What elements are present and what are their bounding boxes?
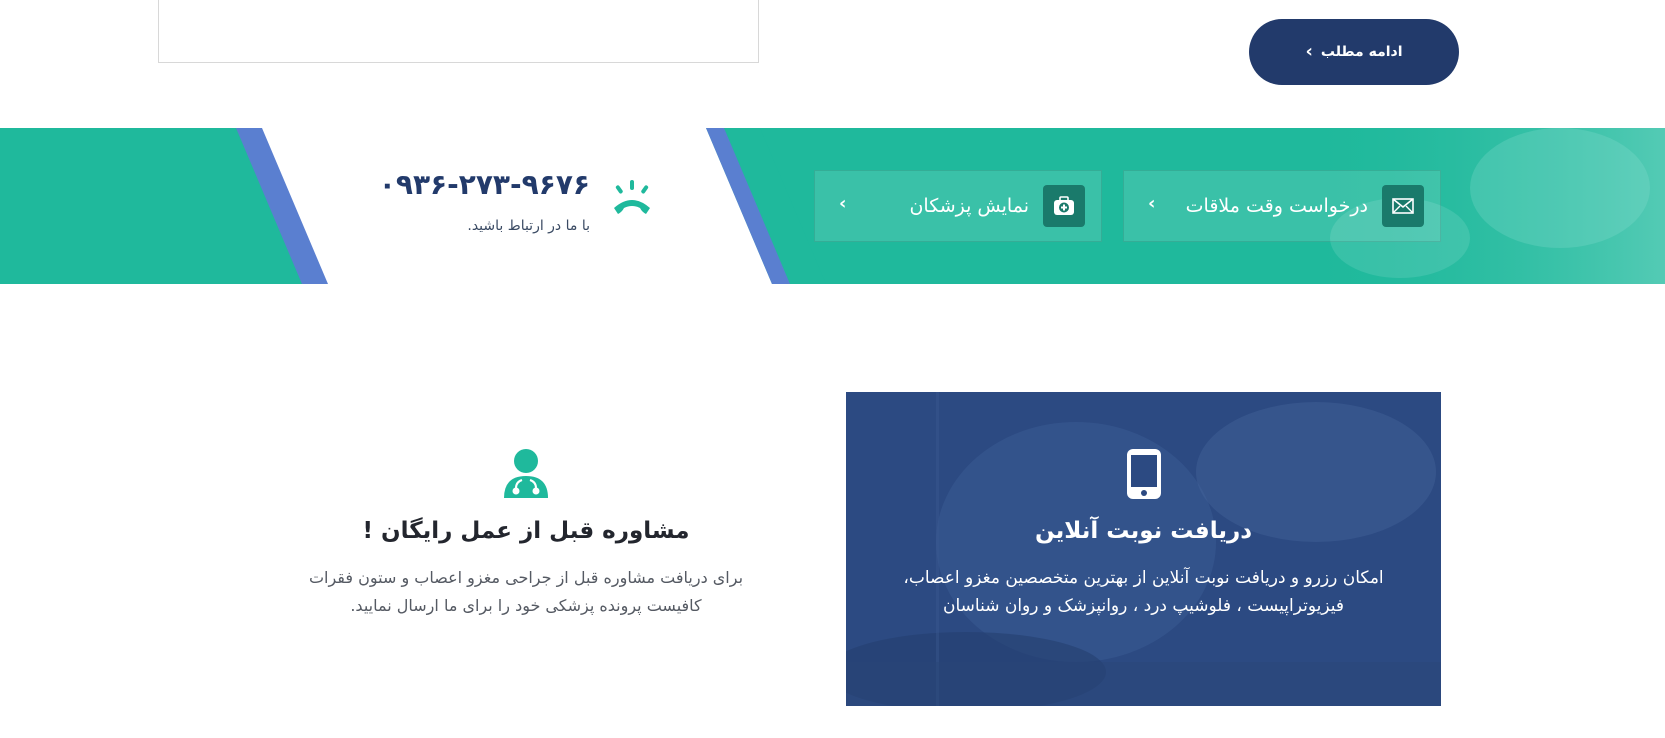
envelope-icon (1382, 185, 1424, 227)
contact-phone-number[interactable]: ۰۹۳۶-۲۷۳-۹۶۷۶ (379, 168, 590, 201)
contact-subtitle: با ما در ارتباط باشید. (467, 218, 590, 234)
free-consultation-card: مشاوره قبل از عمل رایگان ! برای دریافت م… (286, 392, 766, 706)
online-appointment-body: امکان رزرو و دریافت نوبت آنلاین از بهتری… (903, 568, 1384, 616)
online-appointment-title: دریافت نوبت آنلاین (1034, 518, 1253, 544)
read-more-label: ادامه مطلب (1320, 44, 1403, 60)
appointment-request-label: درخواست وقت ملاقات (1185, 195, 1368, 217)
phone-ringing-icon (608, 178, 656, 220)
show-doctors-label: نمایش پزشکان (909, 195, 1029, 217)
read-more-button[interactable]: ‹ ادامه مطلب (1249, 19, 1459, 85)
chevron-right-icon: › (1148, 193, 1156, 214)
free-consultation-title: مشاوره قبل از عمل رایگان ! (362, 518, 690, 544)
show-doctors-button[interactable]: نمایش پزشکان › (814, 170, 1102, 242)
doctor-icon (502, 448, 550, 500)
appointment-request-button[interactable]: درخواست وقت ملاقات › (1123, 170, 1441, 242)
free-consultation-body: برای دریافت مشاوره قبل از جراحی مغزو اعص… (308, 568, 744, 615)
card-background-image (846, 392, 1441, 706)
mobile-phone-icon (1126, 448, 1162, 500)
content-box (158, 0, 759, 63)
chevron-right-icon: › (839, 193, 847, 214)
online-appointment-card[interactable]: دریافت نوبت آنلاین امکان رزرو و دریافت ن… (846, 392, 1441, 706)
chevron-left-icon: ‹ (1305, 41, 1313, 62)
medical-bag-icon (1043, 185, 1085, 227)
